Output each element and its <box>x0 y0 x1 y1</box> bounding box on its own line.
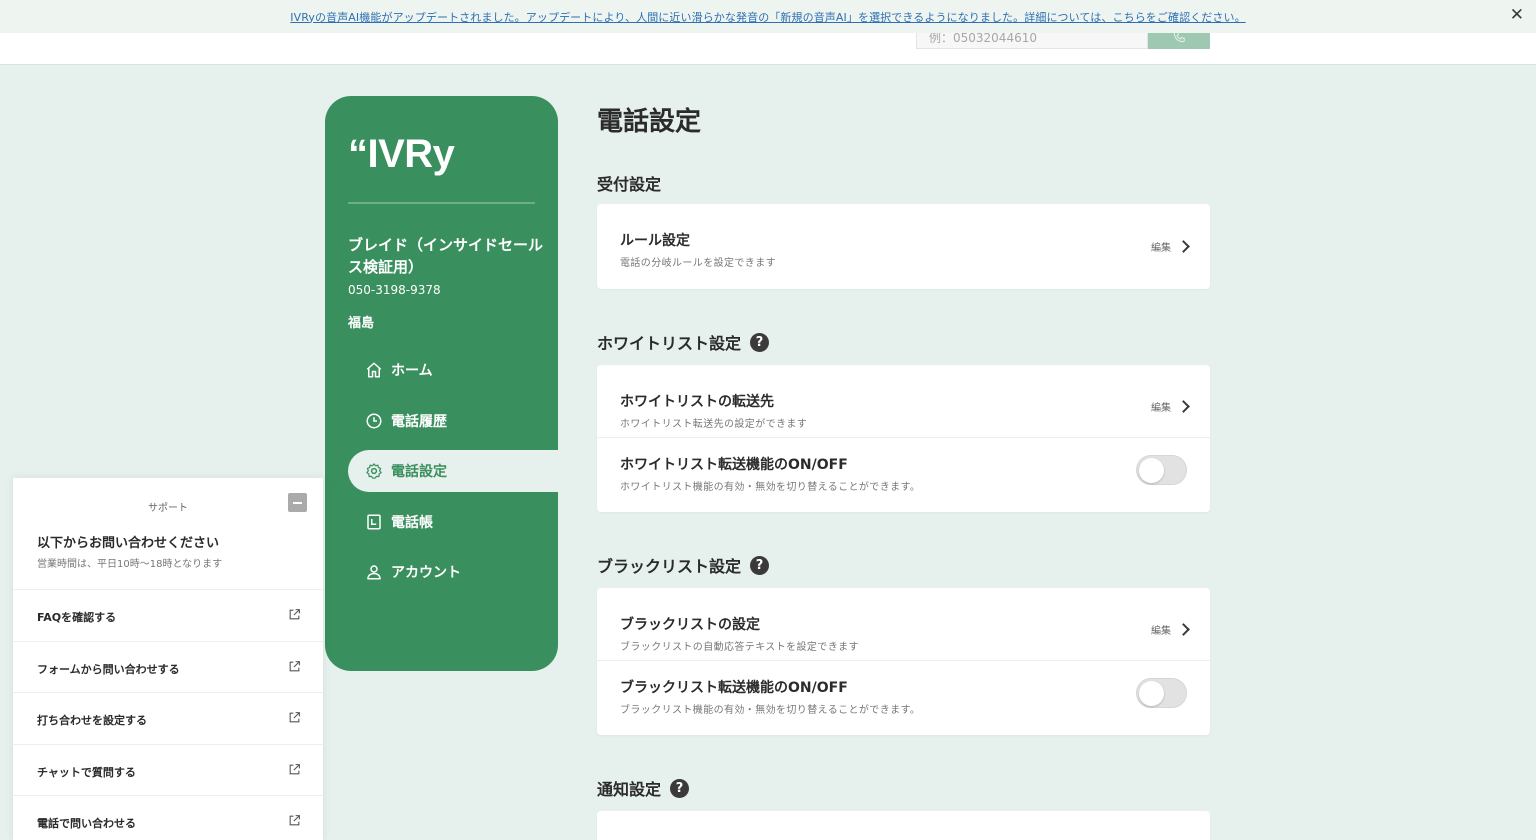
row-description: 電話の分岐ルールを設定できます <box>620 258 776 269</box>
support-label: サポート <box>148 503 188 514</box>
row-description: ブラックリストの自動応答テキストを設定できます <box>620 642 859 653</box>
support-item-label: チャットで質問する <box>37 765 136 779</box>
company-name: ブレイド（インサイドセールス検証用） <box>348 236 544 276</box>
whitelist-settings-card: ホワイトリストの転送先 ホワイトリスト転送先の設定ができます 編集 ホワイトリス… <box>597 365 1210 512</box>
sidebar-nav: ホーム 電話履歴 電話設定 電話帳 アカウント <box>348 349 558 602</box>
help-icon[interactable]: ? <box>670 778 690 798</box>
section-title-reception: 受付設定 <box>597 171 661 195</box>
sidebar-item-label: ホーム <box>391 363 433 379</box>
chevron-right-icon <box>1177 623 1190 636</box>
minimize-icon[interactable] <box>288 493 307 512</box>
sidebar-item-home[interactable]: ホーム <box>348 349 558 391</box>
support-item-label: フォームから問い合わせする <box>37 662 180 676</box>
support-heading: 以下からお問い合わせください <box>37 536 220 551</box>
clock-icon <box>365 412 383 430</box>
edit-blacklist-button[interactable]: 編集 <box>1151 622 1190 637</box>
blacklist-settings-card: ブラックリストの設定 ブラックリストの自動応答テキストを設定できます 編集 ブラ… <box>597 588 1210 735</box>
row-title: ホワイトリストの転送先 <box>620 394 774 410</box>
support-item-meeting[interactable]: 打ち合わせを設定する <box>13 692 323 744</box>
section-title-blacklist: ブラックリスト設定 ? <box>597 553 770 577</box>
blacklist-toggle-row: ブラックリスト転送機能のON/OFF ブラックリスト機能の有効・無効を切り替える… <box>597 660 1210 722</box>
support-list: FAQを確認する フォームから問い合わせする 打ち合わせを設定する チャットで質… <box>13 589 323 840</box>
row-description: ホワイトリスト転送先の設定ができます <box>620 419 808 430</box>
support-hours: 営業時間は、平日10時〜18時となります <box>37 559 223 570</box>
support-item-form[interactable]: フォームから問い合わせする <box>13 640 323 693</box>
user-name: 福島 <box>348 316 375 331</box>
toggle-knob <box>1139 681 1164 706</box>
support-item-label: 打ち合わせを設定する <box>37 714 147 727</box>
close-icon[interactable]: ✕ <box>1510 5 1524 25</box>
chevron-right-icon <box>1177 240 1190 253</box>
sidebar: “IVRy ブレイド（インサイドセールス検証用） 050-3198-9378 福… <box>325 96 558 671</box>
edit-whitelist-destination-button[interactable]: 編集 <box>1151 399 1190 414</box>
external-link-icon <box>289 815 300 826</box>
support-item-faq[interactable]: FAQを確認する <box>13 589 323 641</box>
reception-settings-card: ルール設定 電話の分岐ルールを設定できます 編集 <box>597 204 1210 289</box>
edit-label: 編集 <box>1151 243 1171 254</box>
edit-label: 編集 <box>1151 626 1171 637</box>
help-icon[interactable]: ? <box>750 555 770 575</box>
sidebar-item-label: 電話設定 <box>391 464 447 480</box>
sidebar-item-label: 電話帳 <box>391 514 433 531</box>
support-item-chat[interactable]: チャットで質問する <box>13 743 323 796</box>
rule-settings-row[interactable]: ルール設定 電話の分岐ルールを設定できます 編集 <box>597 204 1210 289</box>
edit-label: 編集 <box>1151 403 1171 414</box>
announcement-banner: IVRyの音声AI機能がアップデートされました。アップデートにより、人間に近い滑… <box>0 0 1536 33</box>
support-panel: サポート 以下からお問い合わせください 営業時間は、平日10時〜18時となります… <box>13 478 323 840</box>
section-title-text: ホワイトリスト設定 <box>597 334 742 353</box>
sidebar-item-label: アカウント <box>391 565 461 581</box>
phonebook-icon <box>365 513 383 531</box>
external-link-icon <box>289 712 300 723</box>
notification-settings-card <box>597 811 1210 840</box>
section-title-notification: 通知設定 ? <box>597 776 690 800</box>
sidebar-item-label: 電話履歴 <box>391 413 447 430</box>
section-title-whitelist: ホワイトリスト設定 ? <box>597 330 770 354</box>
blacklist-toggle[interactable] <box>1136 678 1187 708</box>
top-header <box>0 33 1536 65</box>
section-title-text: 受付設定 <box>597 175 662 194</box>
row-description: ホワイトリスト機能の有効・無効を切り替えることができます。 <box>620 482 921 493</box>
edit-rule-button[interactable]: 編集 <box>1151 239 1190 254</box>
page-title: 電話設定 <box>597 107 702 137</box>
support-item-phone[interactable]: 電話で問い合わせる <box>13 795 323 840</box>
company-phone-number: 050-3198-9378 <box>348 283 441 297</box>
sidebar-item-phonebook[interactable]: 電話帳 <box>348 501 558 543</box>
ivry-logo[interactable]: “IVRy <box>348 132 455 177</box>
section-title-text: 通知設定 <box>597 780 662 799</box>
chevron-right-icon <box>1177 400 1190 413</box>
row-description: ブラックリスト機能の有効・無効を切り替えることができます。 <box>620 705 921 716</box>
whitelist-toggle-row: ホワイトリスト転送機能のON/OFF ホワイトリスト機能の有効・無効を切り替える… <box>597 437 1210 499</box>
sidebar-item-call-settings[interactable]: 電話設定 <box>348 450 558 492</box>
whitelist-destination-row[interactable]: ホワイトリストの転送先 ホワイトリスト転送先の設定ができます 編集 <box>597 375 1210 437</box>
divider <box>348 202 535 204</box>
row-title: ホワイトリスト転送機能のON/OFF <box>620 457 848 473</box>
whitelist-toggle[interactable] <box>1136 455 1187 485</box>
external-link-icon <box>289 660 300 671</box>
home-icon <box>365 361 383 379</box>
help-icon[interactable]: ? <box>750 332 770 352</box>
toggle-knob <box>1139 458 1164 483</box>
row-title: ブラックリストの設定 <box>620 617 760 633</box>
support-item-label: 電話で問い合わせる <box>37 817 136 830</box>
sidebar-item-call-history[interactable]: 電話履歴 <box>348 400 558 442</box>
section-title-text: ブラックリスト設定 <box>597 557 742 576</box>
external-link-icon <box>289 763 300 774</box>
user-icon <box>365 563 383 581</box>
row-title: ブラックリスト転送機能のON/OFF <box>620 680 848 696</box>
sidebar-item-account[interactable]: アカウント <box>348 551 558 593</box>
gear-icon <box>365 462 383 480</box>
announcement-link[interactable]: IVRyの音声AI機能がアップデートされました。アップデートにより、人間に近い滑… <box>290 9 1245 25</box>
row-title: ルール設定 <box>620 233 690 249</box>
support-item-label: FAQを確認する <box>37 611 117 624</box>
blacklist-settings-row[interactable]: ブラックリストの設定 ブラックリストの自動応答テキストを設定できます 編集 <box>597 598 1210 660</box>
external-link-icon <box>289 609 300 620</box>
